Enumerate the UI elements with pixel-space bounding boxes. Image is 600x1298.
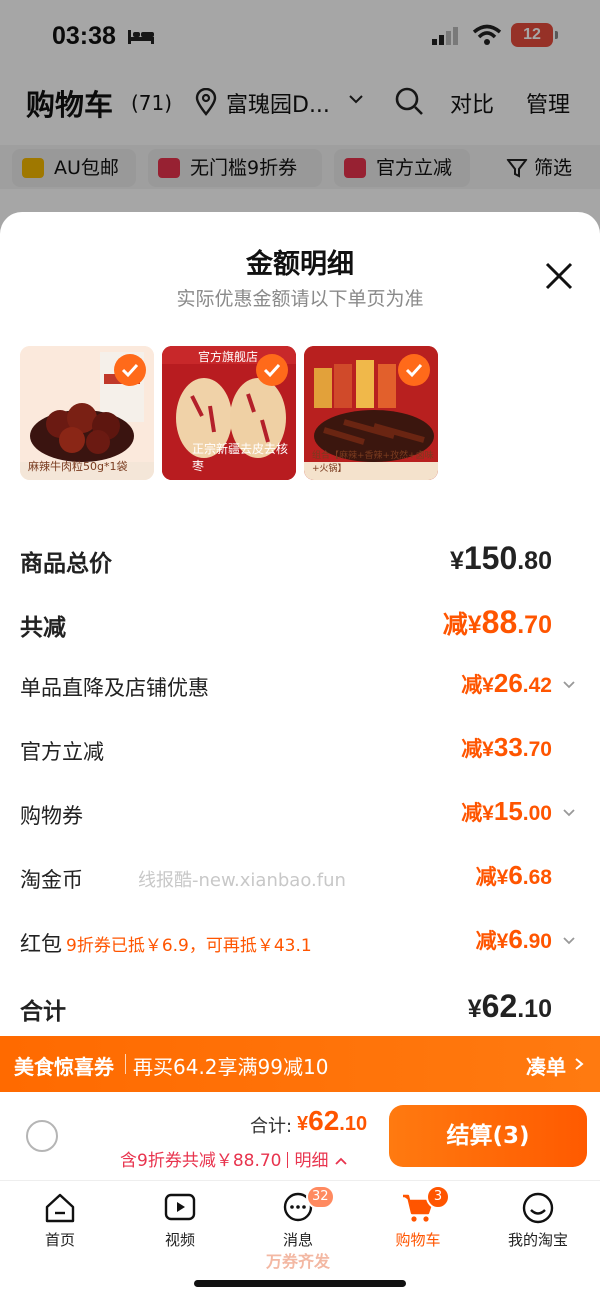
overlay-dim[interactable] <box>0 0 600 240</box>
row-label: 购物券 <box>20 804 83 828</box>
promo-banner[interactable]: 美食惊喜券 再买64.2享满99减10 凑单 <box>0 1036 600 1092</box>
red-packet-hint: 9折券已抵￥6.9，可再抵￥43.1 <box>66 936 312 956</box>
chevron-down-icon[interactable] <box>562 936 576 946</box>
total-value: ¥62.10 <box>297 1105 368 1136</box>
profile-icon <box>522 1192 554 1224</box>
message-badge: 32 <box>306 1185 335 1209</box>
row-label: 合计 <box>20 999 66 1025</box>
video-icon <box>164 1193 196 1221</box>
row-value: 减¥88.70 <box>442 604 552 640</box>
promo-tag: 美食惊喜券 <box>14 1055 114 1079</box>
row-value: 减¥6.68 <box>475 860 552 890</box>
row-value: 减¥6.90 <box>475 924 552 954</box>
row-official-discount: 官方立减 减¥33.70 <box>20 732 580 772</box>
row-label: 淘金币 <box>20 868 83 892</box>
row-sum: 合计 ¥62.10 <box>20 988 580 1028</box>
tab-label: 我的淘宝 <box>507 1231 568 1249</box>
thumb-caption: 正宗新疆去皮去核枣 <box>192 442 289 473</box>
watermark-logo: 万券齐发 <box>266 1252 331 1271</box>
tab-label: 消息 <box>282 1231 313 1249</box>
row-label: 共减 <box>20 615 66 641</box>
thumb-caption: 麻辣牛肉粒50g*1袋 <box>28 460 128 473</box>
checked-icon <box>256 354 288 386</box>
row-red-packet[interactable]: 红包 9折券已抵￥6.9，可再抵￥43.1 减¥6.90 <box>20 924 580 964</box>
chevron-down-icon[interactable] <box>562 808 576 818</box>
row-shop-discount[interactable]: 单品直降及店铺优惠 减¥26.42 <box>20 668 580 708</box>
product-thumb-beef[interactable]: 麻辣牛肉粒50g*1袋 <box>20 346 154 480</box>
total-label: 合计: <box>250 1116 293 1137</box>
chevron-right-icon[interactable] <box>574 1057 584 1071</box>
promo-text: 再买64.2享满99减10 <box>133 1055 329 1079</box>
thumb-banner: 官方旗舰店 <box>198 350 259 364</box>
discount-summary: 含9折券共减￥88.70 明细 <box>120 1146 348 1171</box>
checked-icon <box>398 354 430 386</box>
tab-label: 视频 <box>164 1231 195 1249</box>
chevron-down-icon[interactable] <box>562 680 576 690</box>
cart-badge: 3 <box>426 1185 450 1209</box>
sheet-title: 金额明细 <box>246 249 354 280</box>
checkout-bar: 合计: ¥62.10 含9折券共减￥88.70 明细 结算(3) <box>0 1092 600 1180</box>
row-value: 减¥15.00 <box>461 796 552 826</box>
row-label: 商品总价 <box>20 551 112 577</box>
product-thumb-jerky[interactable]: 组合【麻辣+香辣+孜然+卤味+火锅】 <box>304 346 438 480</box>
tab-messages[interactable]: 32 消息 <box>248 1185 348 1250</box>
select-all-radio[interactable] <box>26 1120 58 1152</box>
checkout-button[interactable]: 结算(3) <box>389 1105 587 1167</box>
sheet-subtitle: 实际优惠金额请以下单页为准 <box>176 288 424 310</box>
row-total-off: 共减 减¥88.70 <box>20 604 580 644</box>
row-coupon[interactable]: 购物券 减¥15.00 <box>20 796 580 836</box>
tab-label: 购物车 <box>395 1231 441 1249</box>
add-on-button[interactable]: 凑单 <box>526 1051 566 1080</box>
row-value: 减¥26.42 <box>461 668 552 698</box>
checked-icon <box>114 354 146 386</box>
tab-home[interactable]: 首页 <box>10 1191 110 1250</box>
tab-cart[interactable]: 3 购物车 <box>368 1185 468 1250</box>
tab-label: 首页 <box>44 1231 75 1249</box>
watermark-text: 线报酷-new.xianbao.fun <box>138 870 346 891</box>
detail-toggle[interactable]: 明细 <box>294 1151 328 1171</box>
tab-profile[interactable]: 我的淘宝 <box>488 1191 588 1250</box>
home-indicator <box>194 1280 406 1287</box>
row-label: 单品直降及店铺优惠 <box>20 676 209 700</box>
row-goods-total: 商品总价 ¥150.80 <box>20 540 580 580</box>
thumb-caption: 组合【麻辣+香辣+孜然+卤味+火锅】 <box>312 451 434 474</box>
chevron-up-icon[interactable] <box>334 1156 348 1166</box>
row-value: ¥150.80 <box>449 540 552 576</box>
promo-divider <box>125 1054 126 1074</box>
product-thumb-dates[interactable]: 官方旗舰店 正宗新疆去皮去核枣 <box>162 346 296 480</box>
tab-video[interactable]: 视频 <box>130 1191 230 1250</box>
row-value: ¥62.10 <box>467 988 552 1024</box>
row-value: 减¥33.70 <box>461 732 552 762</box>
row-coins: 淘金币 线报酷-new.xianbao.fun 减¥6.68 <box>20 860 580 900</box>
home-icon <box>45 1193 75 1223</box>
close-icon[interactable] <box>543 260 575 292</box>
row-label: 红包 9折券已抵￥6.9，可再抵￥43.1 <box>20 932 312 956</box>
cart-page-background: 03:38 12 购物车 (71) 富瑰园D... 对比 管理 AU包邮 无门槛… <box>0 0 600 240</box>
row-label: 官方立减 <box>20 740 104 764</box>
